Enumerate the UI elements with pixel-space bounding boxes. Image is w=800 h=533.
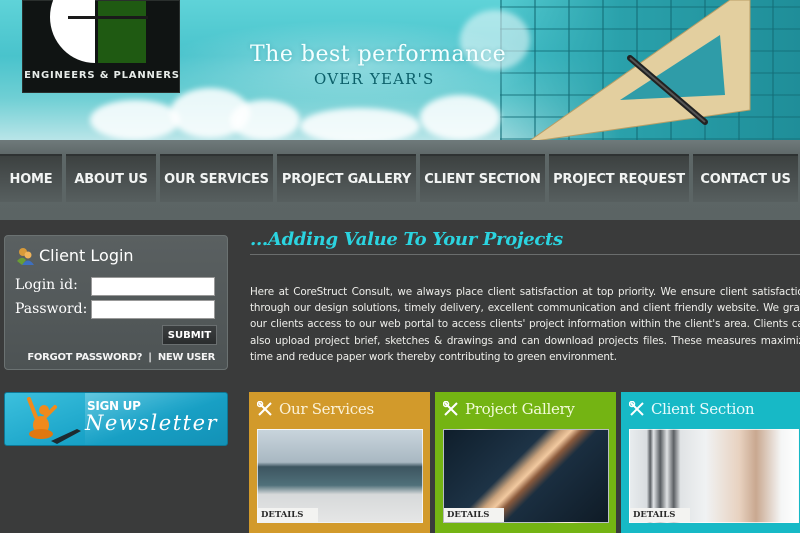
new-user-link[interactable]: NEW USER [158,352,215,363]
main-nav: HOME ABOUT US OUR SERVICES PROJECT GALLE… [0,140,800,220]
cloud [90,100,180,140]
forgot-password-link[interactable]: FORGOT PASSWORD? [27,352,142,363]
nav-label: PROJECT REQUEST [553,171,685,187]
nav-our-services[interactable]: OUR SERVICES [160,154,273,202]
logo-green-block [98,1,146,16]
nav-label: HOME [9,171,53,187]
header-banner: ENGINEERS & PLANNERS The best performanc… [0,0,800,140]
login-links: FORGOT PASSWORD? | NEW USER [27,352,215,363]
nav-label: OUR SERVICES [164,171,269,187]
nav-client-section[interactable]: CLIENT SECTION [420,154,545,202]
nav-label: ABOUT US [74,171,148,187]
link-separator: | [148,352,152,363]
details-button[interactable]: DETAILS >> [258,508,318,522]
nav-label: CLIENT SECTION [424,171,541,187]
nav-label: PROJECT GALLERY [281,171,412,187]
nav-project-request[interactable]: PROJECT REQUEST [549,154,689,202]
nav-contact-us[interactable]: CONTACT US [693,154,798,202]
set-square-and-pen-image [529,0,751,140]
login-title: Client Login [39,246,134,265]
main-heading: ...Adding Value To Your Projects [250,229,563,250]
login-id-input[interactable] [91,277,215,296]
card-project-gallery[interactable]: Project Gallery DETAILS >> [435,392,616,533]
logo-text: ENGINEERS & PLANNERS [24,70,180,81]
architect-model-image[interactable]: DETAILS >> [629,429,799,523]
intro-paragraph: Here at CoreStruct Consult, we always pl… [250,286,800,363]
cloud [230,100,300,140]
tools-icon [443,401,458,416]
card-title: Our Services [279,400,374,418]
details-button[interactable]: DETAILS >> [630,508,690,522]
card-title: Client Section [651,400,755,418]
cloud [300,108,420,140]
newsletter-text: Newsletter [85,411,219,435]
cheering-person-laptop-icon [27,397,81,444]
tools-icon [257,401,272,416]
tools-icon [629,401,644,416]
logo-bar [68,16,148,19]
login-id-label: Login id: [15,277,78,293]
card-title: Project Gallery [465,400,575,418]
nav-label: CONTACT US [700,171,791,187]
password-label: Password: [15,301,88,317]
tagline-sub: OVER YEAR'S [314,70,435,88]
card-client-section[interactable]: Client Section DETAILS >> [621,392,800,533]
password-input[interactable] [91,300,215,319]
opera-house-image[interactable]: DETAILS >> [257,429,423,523]
newsletter-signup-banner[interactable]: SIGN UP Newsletter [4,392,228,446]
card-our-services[interactable]: Our Services DETAILS >> [249,392,430,533]
bridge-image[interactable]: DETAILS >> [443,429,609,523]
details-button[interactable]: DETAILS >> [444,508,504,522]
nav-home[interactable]: HOME [0,154,62,202]
tagline: The best performance [250,42,507,67]
logo-green-block [98,19,146,63]
nav-about-us[interactable]: ABOUT US [66,154,156,202]
client-login-panel: Client Login Login id: Password: SUBMIT … [4,235,228,370]
users-icon [17,248,34,265]
heading-divider [250,254,800,255]
submit-button[interactable]: SUBMIT [162,325,217,345]
nav-project-gallery[interactable]: PROJECT GALLERY [277,154,416,202]
cloud [420,95,500,140]
company-logo[interactable]: ENGINEERS & PLANNERS [22,0,180,93]
